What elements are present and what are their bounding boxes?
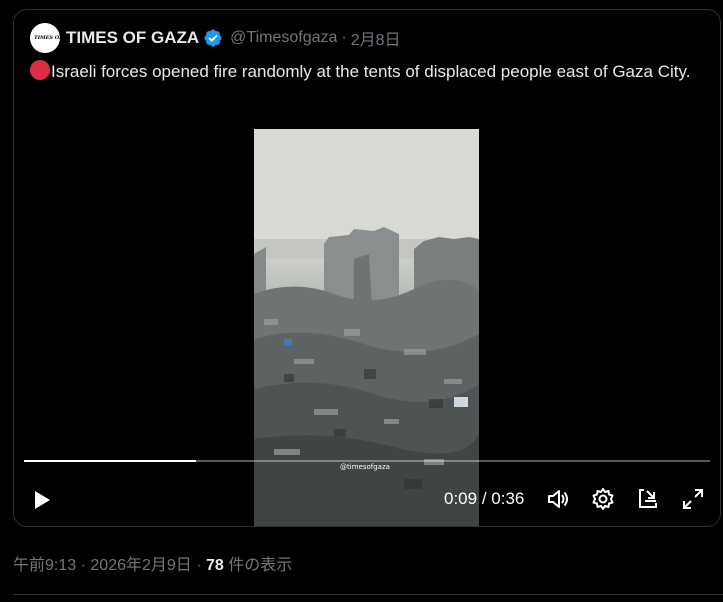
- current-time: 0:09: [444, 489, 478, 508]
- video-progress-bar[interactable]: [24, 460, 710, 462]
- play-icon[interactable]: [28, 487, 54, 513]
- avatar-logo-text: TIMES OF GAZA: [34, 34, 81, 41]
- settings-gear-icon[interactable]: [590, 486, 616, 512]
- video-progress-fill: [24, 460, 196, 462]
- handle[interactable]: @Timesofgaza: [230, 29, 337, 47]
- meta-separator-2: ·: [196, 557, 202, 574]
- display-name[interactable]: TIMES OF GAZA: [66, 28, 199, 48]
- divider: [13, 594, 723, 595]
- meta-separator: ·: [80, 557, 86, 574]
- video-controls: 0:09 / 0:36: [14, 481, 720, 517]
- post-date[interactable]: 2026年2月9日: [90, 557, 191, 574]
- post-time[interactable]: 午前9:13: [13, 557, 76, 574]
- tweet-meta: 午前9:13 · 2026年2月9日 · 78 件の表示: [13, 551, 292, 575]
- view-count-label: 件の表示: [228, 557, 293, 574]
- minimize-pip-icon[interactable]: [635, 486, 661, 512]
- header-separator: ·: [341, 29, 347, 46]
- fullscreen-icon[interactable]: [680, 486, 706, 512]
- tweet-date[interactable]: 2月8日: [351, 26, 401, 50]
- tweet-text: Israeli forces opened fire randomly at t…: [30, 59, 700, 85]
- avatar[interactable]: TIMES OF GAZA: [30, 23, 81, 53]
- video-frame[interactable]: @timesofgaza: [254, 129, 479, 526]
- verified-badge-icon: [203, 28, 223, 48]
- tweet-header: TIMES OF GAZA TIMES OF GAZA @Timesofgaza…: [30, 22, 401, 54]
- tweet-card[interactable]: TIMES OF GAZA TIMES OF GAZA @Timesofgaza…: [13, 9, 721, 527]
- video-time: 0:09 / 0:36: [444, 489, 524, 509]
- view-count: 78: [206, 557, 224, 574]
- tweet-body: Israeli forces opened fire randomly at t…: [51, 62, 691, 81]
- time-separator: /: [481, 489, 487, 508]
- red-circle-icon: [30, 60, 50, 80]
- volume-icon[interactable]: [545, 486, 571, 512]
- video-player[interactable]: @timesofgaza 0:09 / 0:36: [14, 129, 720, 526]
- duration: 0:36: [491, 489, 525, 508]
- video-watermark: @timesofgaza: [340, 463, 390, 471]
